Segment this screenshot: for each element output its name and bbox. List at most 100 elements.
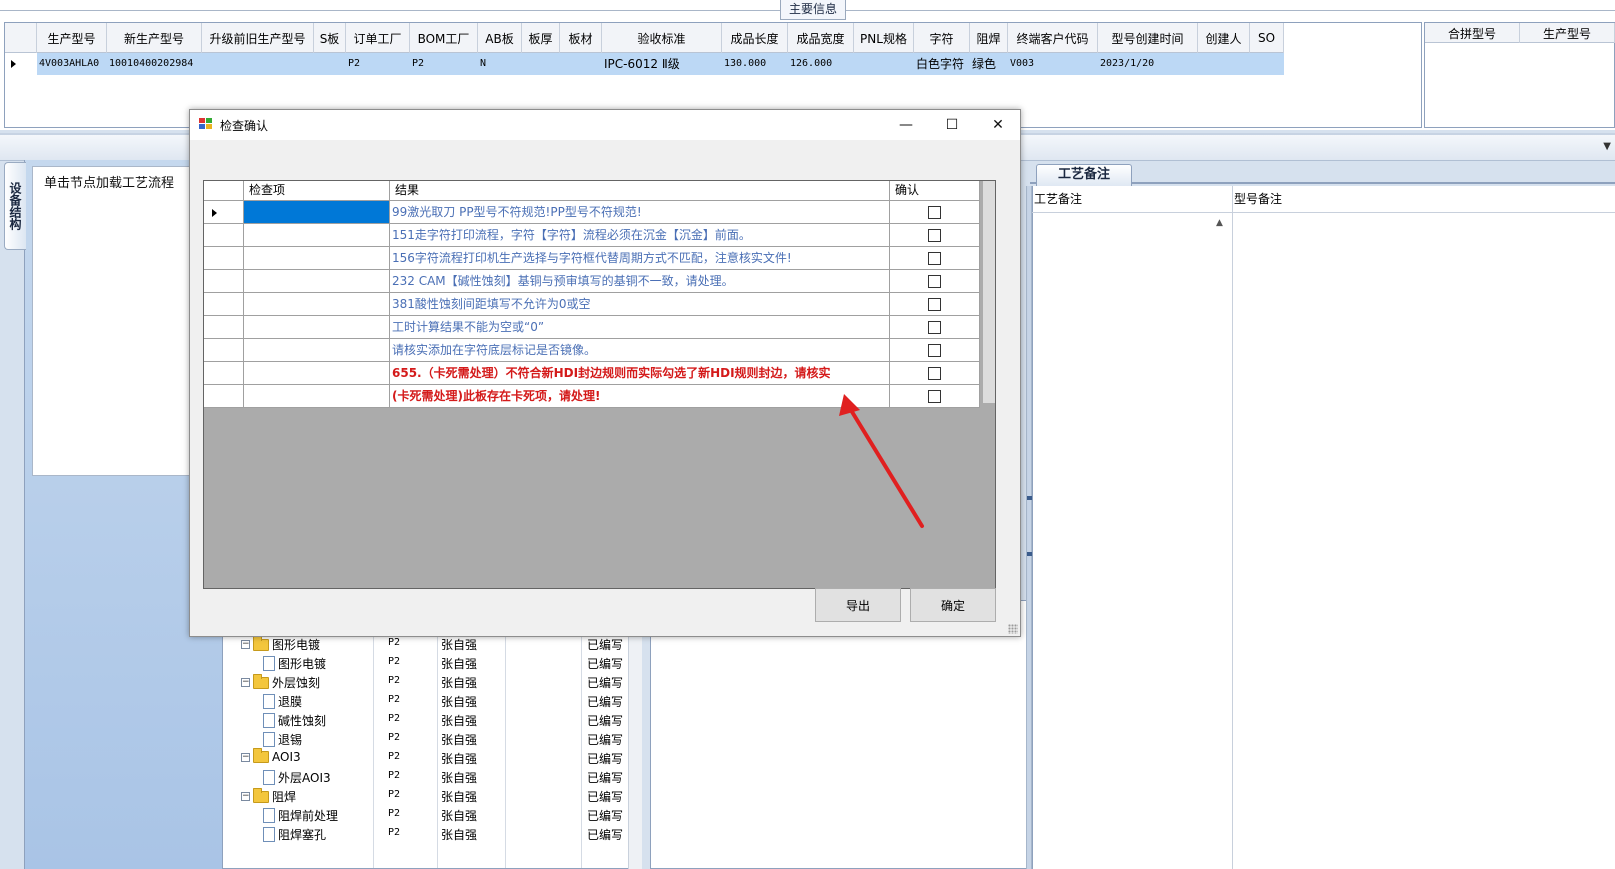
model-grid-row[interactable]: 4V003AHLA0 10010400202984 P2 P2 N IPC-6012 Ⅱ级… <box>5 53 1284 75</box>
row-header[interactable] <box>204 201 244 224</box>
check-result-row[interactable]: 156字符流程打印机生产选择与字符框代替周期方式不匹配，注意核实文件! <box>204 247 980 270</box>
model-grid-cell[interactable]: 10010400202984 <box>107 53 202 75</box>
check-result-cell[interactable]: 655.（卡死需处理）不符合新HDI封边规则而实际勾选了新HDI规则封边，请核实 <box>390 362 890 385</box>
check-item-cell[interactable] <box>244 224 390 247</box>
model-grid-header-cell[interactable]: S板 <box>314 23 346 53</box>
tab-process-notes[interactable]: 工艺备注 <box>1036 164 1132 186</box>
model-grid-cell[interactable]: IPC-6012 Ⅱ级 <box>602 53 722 75</box>
model-grid-cell[interactable] <box>202 53 314 75</box>
tree-row[interactable]: − AOI3 P2 张自强 已编写 <box>223 748 641 768</box>
close-icon[interactable]: ✕ <box>975 110 1021 140</box>
row-header[interactable] <box>204 247 244 270</box>
check-result-cell[interactable]: 99激光取刀 PP型号不符规范!PP型号不符规范! <box>390 201 890 224</box>
check-result-cell[interactable]: 151走字符打印流程，字符【字符】流程必须在沉金【沉金】前面。 <box>390 224 890 247</box>
check-item-cell[interactable] <box>244 339 390 362</box>
row-header[interactable] <box>204 270 244 293</box>
resize-grip-icon[interactable] <box>1008 624 1018 634</box>
collapse-icon[interactable]: − <box>241 792 250 801</box>
collapse-icon[interactable]: − <box>241 640 250 649</box>
confirm-checkbox[interactable] <box>928 228 941 242</box>
confirm-checkbox[interactable] <box>928 343 941 357</box>
model-grid-cell[interactable] <box>560 53 602 75</box>
model-grid-header-cell[interactable]: 创建人 <box>1198 23 1250 53</box>
row-header[interactable] <box>204 362 244 385</box>
confirm-cell[interactable] <box>890 224 980 247</box>
check-item-cell[interactable] <box>244 385 390 408</box>
model-grid-header-cell[interactable] <box>5 23 37 53</box>
dialog-titlebar[interactable]: 检查确认 — ☐ ✕ <box>190 110 1020 140</box>
scroll-up-icon[interactable]: ▲ <box>1216 218 1223 228</box>
tree-node[interactable]: 退膜 <box>263 693 302 710</box>
check-item-cell[interactable] <box>244 201 390 224</box>
merged-model-grid[interactable]: 合拼型号 生产型号 <box>1424 22 1615 128</box>
model-grid-cell[interactable] <box>1250 53 1284 75</box>
model-grid-header-cell[interactable]: 板厚 <box>522 23 560 53</box>
collapse-icon[interactable]: − <box>241 752 250 762</box>
check-item-cell[interactable] <box>244 362 390 385</box>
merged-model-grid-header-cell[interactable]: 合拼型号 <box>1425 23 1520 43</box>
tree-row[interactable]: 退锡 P2 张自强 已编写 <box>223 730 641 749</box>
row-header[interactable] <box>204 316 244 339</box>
tree-row[interactable]: 阻焊前处理 P2 张自强 已编写 <box>223 806 641 825</box>
tree-node[interactable]: − 外层蚀刻 <box>241 673 320 691</box>
model-grid-header-cell[interactable]: 生产型号 <box>37 23 107 53</box>
tree-node[interactable]: 阻焊塞孔 <box>263 826 326 843</box>
check-results-header-cell[interactable]: 确认 <box>890 181 980 201</box>
confirm-checkbox[interactable] <box>928 320 941 334</box>
row-indicator-icon[interactable] <box>5 53 37 75</box>
tab-equipment-structure[interactable]: 设备结构 <box>4 162 26 250</box>
confirm-checkbox[interactable] <box>928 366 941 380</box>
model-grid-header-cell[interactable]: 成品宽度 <box>788 23 854 53</box>
tree-row[interactable]: 阻焊塞孔 P2 张自强 已编写 <box>223 825 641 844</box>
grid-scrollbar[interactable] <box>983 181 995 403</box>
model-grid-cell[interactable] <box>854 53 914 75</box>
model-grid-header-cell[interactable]: 板材 <box>560 23 602 53</box>
model-grid-cell[interactable] <box>1198 53 1250 75</box>
model-grid-cell[interactable] <box>522 53 560 75</box>
tree-row[interactable]: 外层AOI3 P2 张自强 已编写 <box>223 768 641 787</box>
model-grid-cell[interactable]: 130.000 <box>722 53 788 75</box>
confirm-checkbox[interactable] <box>928 251 941 265</box>
model-grid-header-cell[interactable]: 订单工厂 <box>346 23 410 53</box>
model-grid-cell[interactable]: 2023/1/20 <box>1098 53 1198 75</box>
check-result-row[interactable]: 工时计算结果不能为空或“0” <box>204 316 980 339</box>
row-header[interactable] <box>204 339 244 362</box>
check-result-cell[interactable]: 156字符流程打印机生产选择与字符框代替周期方式不匹配，注意核实文件! <box>390 247 890 270</box>
model-grid-header-cell[interactable]: AB板 <box>478 23 522 53</box>
export-button[interactable]: 导出 <box>815 588 901 622</box>
confirm-cell[interactable] <box>890 247 980 270</box>
row-header[interactable] <box>204 385 244 408</box>
model-grid-cell[interactable]: 4V003AHLA0 <box>37 53 107 75</box>
maximize-icon[interactable]: ☐ <box>929 110 975 140</box>
process-flow-tree[interactable]: 曝光P2张自强已编写显影P2张自强已编写−图形电镀P2张自强已编写图形电镀P2张… <box>222 600 642 869</box>
check-result-cell[interactable]: 工时计算结果不能为空或“0” <box>390 316 890 339</box>
check-item-cell[interactable] <box>244 270 390 293</box>
tree-node[interactable]: 外层AOI3 <box>263 769 331 786</box>
model-grid-header-cell[interactable]: 型号创建时间 <box>1098 23 1198 53</box>
check-results-header-cell[interactable]: 结果 <box>390 181 890 201</box>
model-grid-header-cell[interactable]: 升级前旧生产型号 <box>202 23 314 53</box>
model-grid-header-cell[interactable]: 验收标准 <box>602 23 722 53</box>
tree-node[interactable]: 碱性蚀刻 <box>263 712 326 729</box>
confirm-button[interactable]: 确定 <box>910 588 996 622</box>
tree-node[interactable]: 退锡 <box>263 731 302 748</box>
merged-model-grid-header-cell[interactable]: 生产型号 <box>1520 23 1615 43</box>
model-grid-header-cell[interactable]: SO <box>1250 23 1284 53</box>
check-item-cell[interactable] <box>244 247 390 270</box>
confirm-cell[interactable] <box>890 201 980 224</box>
confirm-checkbox[interactable] <box>928 297 941 311</box>
collapse-caret-icon[interactable]: ▼ <box>1603 141 1611 152</box>
collapse-icon[interactable]: − <box>241 678 250 687</box>
check-item-cell[interactable] <box>244 316 390 339</box>
model-grid-header-cell[interactable]: 字符 <box>914 23 970 53</box>
row-header[interactable] <box>204 293 244 316</box>
tree-node[interactable]: − 阻焊 <box>241 787 296 805</box>
tree-node[interactable]: − 图形电镀 <box>241 635 320 653</box>
row-header[interactable] <box>204 224 244 247</box>
check-result-cell[interactable]: (卡死需处理)此板存在卡死项，请处理! <box>390 385 890 408</box>
check-result-row[interactable]: 381酸性蚀刻间距填写不允许为0或空 <box>204 293 980 316</box>
model-grid-header-cell[interactable]: PNL规格 <box>854 23 914 53</box>
check-result-row[interactable]: 232 CAM【碱性蚀刻】基铜与预审填写的基铜不一致，请处理。 <box>204 270 980 293</box>
check-result-row[interactable]: 99激光取刀 PP型号不符规范!PP型号不符规范! <box>204 201 980 224</box>
model-grid-cell[interactable]: 绿色 <box>970 53 1008 75</box>
